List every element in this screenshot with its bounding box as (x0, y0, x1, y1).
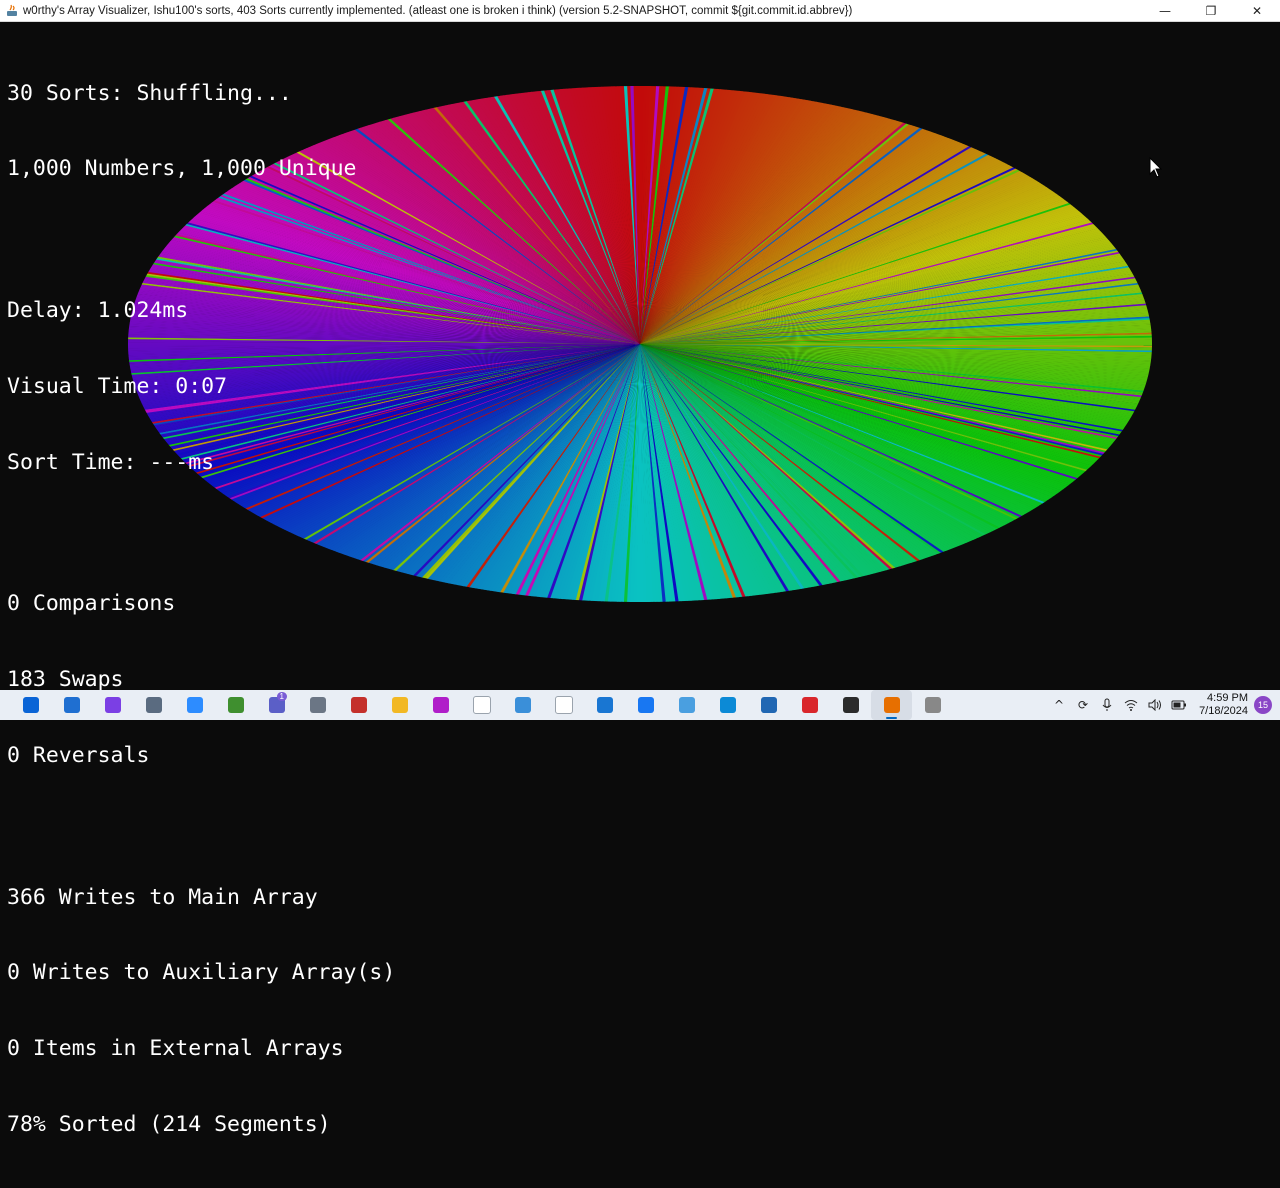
cloud-glyph (309, 697, 326, 713)
start-glyph (22, 697, 39, 713)
file-explorer-icon[interactable] (379, 690, 420, 720)
blank-file-icon[interactable] (461, 690, 502, 720)
facebook-glyph (637, 697, 654, 713)
wifi-icon[interactable] (1119, 690, 1143, 720)
taskbar: 1 ^ ⟳ 4:59 PM 7/18/2024 15 (0, 690, 1280, 720)
mouse-cursor-icon (1149, 157, 1163, 178)
java-icon[interactable] (871, 690, 912, 720)
edge-glyph (719, 697, 736, 713)
chrome-icon[interactable] (912, 690, 953, 720)
app-green-icon[interactable] (215, 690, 256, 720)
close-button[interactable]: ✕ (1234, 0, 1280, 22)
minimize-button[interactable]: — (1142, 0, 1188, 22)
image-viewer-icon[interactable] (666, 690, 707, 720)
clock-time: 4:59 PM (1207, 692, 1248, 704)
reversals-count: 0 Reversals (7, 743, 150, 769)
photos-glyph (514, 697, 531, 713)
clock-date: 7/18/2024 (1199, 705, 1248, 717)
cloud-icon[interactable] (297, 690, 338, 720)
microphone-icon[interactable] (1095, 690, 1119, 720)
blank-file-2-glyph (554, 696, 573, 714)
window-glyph (596, 697, 613, 713)
terminal-icon[interactable] (830, 690, 871, 720)
aux-writes-count: 0 Writes to Auxiliary Array(s) (7, 960, 396, 986)
blank-file-glyph (472, 696, 491, 714)
java-app-icon (5, 4, 19, 18)
chrome-glyph (924, 697, 941, 713)
mail-glyph (63, 697, 80, 713)
icon-badge: 1 (276, 692, 287, 701)
delay-readout: Delay: 1.024ms (7, 297, 189, 323)
title-bar: w0rthy's Array Visualizer, Ishu100's sor… (0, 0, 1280, 22)
blank-file-2-icon[interactable] (543, 690, 584, 720)
terminal-glyph (842, 697, 859, 713)
purple-app-glyph (432, 697, 449, 713)
start-icon[interactable] (10, 690, 51, 720)
acrobat-icon[interactable] (789, 690, 830, 720)
app-green-glyph (227, 697, 244, 713)
image-viewer-glyph (678, 697, 695, 713)
swaps-count: 183 Swaps (7, 667, 124, 693)
sort-status: 30 Sorts: Shuffling... (7, 80, 292, 106)
store-icon[interactable] (133, 690, 174, 720)
external-items-count: 0 Items in External Arrays (7, 1036, 344, 1062)
acrobat-glyph (801, 697, 818, 713)
notification-badge[interactable]: 15 (1254, 696, 1272, 714)
java-glyph (883, 697, 900, 713)
facebook-icon[interactable] (625, 690, 666, 720)
numbers-count: 1,000 Numbers, 1,000 Unique (7, 156, 357, 182)
sync-icon[interactable]: ⟳ (1071, 690, 1095, 720)
window-title: w0rthy's Array Visualizer, Ishu100's sor… (23, 4, 853, 17)
globe-glyph (760, 697, 777, 713)
globe-icon[interactable] (748, 690, 789, 720)
edge-icon[interactable] (707, 690, 748, 720)
teams-icon[interactable]: 1 (256, 690, 297, 720)
store-glyph (145, 697, 162, 713)
main-writes-count: 366 Writes to Main Array (7, 884, 318, 910)
restore-button[interactable]: ❐ (1188, 0, 1234, 22)
document-red-icon[interactable] (338, 690, 379, 720)
tray-overflow-chevron-icon[interactable]: ^ (1047, 690, 1071, 720)
zoom-glyph (186, 697, 203, 713)
comparisons-count: 0 Comparisons (7, 591, 176, 617)
purple-app-icon[interactable] (420, 690, 461, 720)
messenger-icon[interactable] (92, 690, 133, 720)
document-red-glyph (350, 697, 367, 713)
statistics-panel: 30 Sorts: Shuffling... 1,000 Numbers, 1,… (7, 30, 395, 1188)
zoom-icon[interactable] (174, 690, 215, 720)
messenger-glyph (104, 697, 121, 713)
battery-icon[interactable] (1167, 690, 1191, 720)
clock[interactable]: 4:59 PM 7/18/2024 (1199, 692, 1248, 718)
window-icon[interactable] (584, 690, 625, 720)
system-tray: ^ ⟳ 4:59 PM 7/18/2024 15 (1047, 690, 1280, 720)
sorted-percent: 78% Sorted (214 Segments) (7, 1112, 331, 1138)
file-explorer-glyph (391, 697, 408, 713)
sort-time-readout: Sort Time: ---ms (7, 449, 215, 475)
volume-icon[interactable] (1143, 690, 1167, 720)
mail-icon[interactable] (51, 690, 92, 720)
photos-icon[interactable] (502, 690, 543, 720)
visual-time-readout: Visual Time: 0:07 (7, 373, 228, 399)
visualizer-canvas[interactable]: 30 Sorts: Shuffling... 1,000 Numbers, 1,… (0, 22, 1280, 1137)
